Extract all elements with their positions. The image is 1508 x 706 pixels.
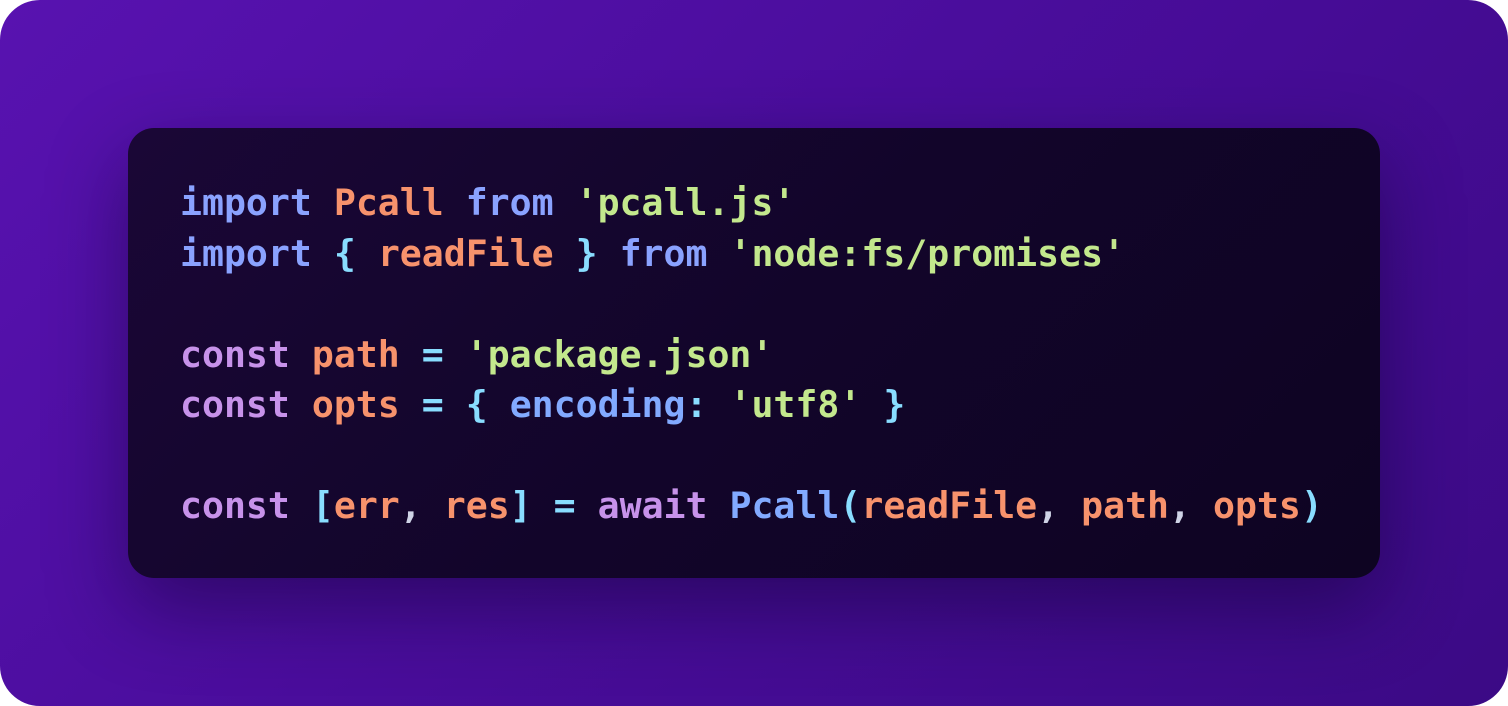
background-frame: import Pcall from 'pcall.js' import { rea… [0, 0, 1508, 706]
code-token: , [399, 484, 422, 527]
code-token: path [1081, 484, 1170, 527]
code-token: from [619, 231, 708, 275]
code-token: ) [1300, 484, 1323, 527]
code-token: = [421, 332, 444, 376]
code-token: path [311, 332, 400, 376]
code-token: { [333, 231, 356, 275]
code-token: const [180, 332, 290, 376]
code-token: import [180, 181, 312, 224]
code-line: import Pcall from 'pcall.js' [180, 178, 1323, 229]
code-token: import [180, 231, 312, 275]
code-token: { [465, 383, 488, 426]
code-token: readFile [377, 231, 554, 275]
code-token: 'node:fs/promises' [729, 231, 1126, 275]
code-line: const path = 'package.json' [180, 330, 1323, 381]
code-line: const [err, res] = await Pcall(readFile,… [180, 481, 1323, 532]
code-token: : [685, 383, 708, 426]
code-token: const [180, 383, 290, 426]
code-line: ​ [180, 279, 1323, 330]
code-token: ] [509, 484, 532, 527]
code-token: res [443, 484, 510, 527]
code-token: readFile [861, 484, 1038, 527]
code-token: encoding [509, 383, 686, 426]
code-token: 'pcall.js' [575, 181, 796, 224]
code-token: 'package.json' [465, 332, 774, 376]
code-token: = [421, 383, 444, 426]
code-window: import Pcall from 'pcall.js' import { rea… [128, 128, 1380, 578]
code-block: import Pcall from 'pcall.js' import { rea… [180, 178, 1323, 532]
code-token: = [553, 484, 576, 527]
code-line: import { readFile } from 'node:fs/promis… [180, 229, 1323, 280]
code-token: ( [839, 484, 862, 527]
code-token: } [883, 383, 906, 426]
code-token: Pcall [333, 181, 444, 224]
code-token: } [575, 231, 598, 275]
code-token: 'utf8' [729, 383, 862, 426]
code-line: const opts = { encoding: 'utf8' } [180, 380, 1323, 431]
code-token: [ [311, 484, 334, 527]
code-token: await [597, 484, 708, 527]
code-token: Pcall [729, 484, 840, 527]
code-token: const [180, 484, 290, 527]
code-token: from [465, 181, 554, 224]
code-token: opts [1213, 484, 1301, 527]
code-line: ​ [180, 431, 1323, 482]
code-token: , [1169, 484, 1192, 527]
code-token: opts [311, 383, 400, 426]
code-token: , [1037, 484, 1060, 527]
code-token: err [333, 484, 400, 527]
